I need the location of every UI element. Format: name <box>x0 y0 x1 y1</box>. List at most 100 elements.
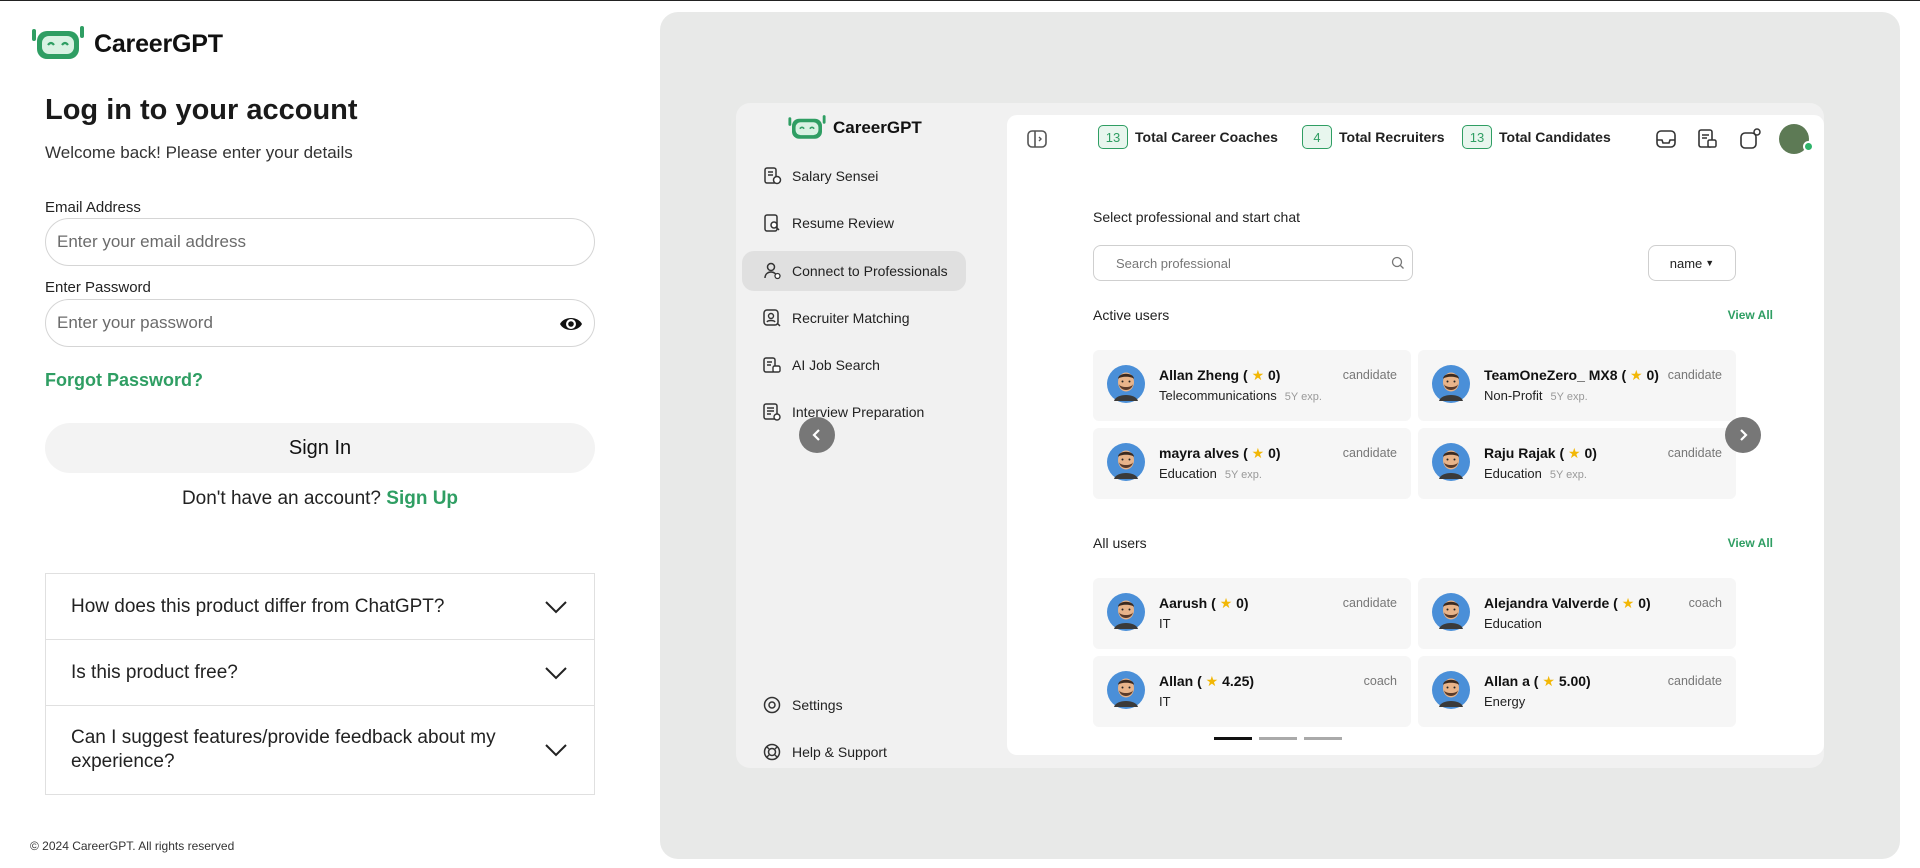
interview-icon <box>763 403 781 421</box>
sidebar-toggle-icon[interactable] <box>1025 127 1049 151</box>
user-avatar-icon <box>1107 593 1145 631</box>
user-card[interactable]: TeamOneZero_ MX8 ( ★ 0) Non-Profit 5Y exp.… <box>1418 350 1736 421</box>
user-role: candidate <box>1667 674 1722 688</box>
user-card[interactable]: Allan a ( ★ 5.00) Energy candidate <box>1418 656 1736 727</box>
select-professional-title: Select professional and start chat <box>1093 209 1301 225</box>
sidebar-item-label: Settings <box>792 697 843 713</box>
user-name: mayra alves ( ★ 0) <box>1159 445 1281 461</box>
user-role: candidate <box>1667 446 1722 460</box>
user-role: candidate <box>1342 596 1397 610</box>
sidebar-item-ai-job-search[interactable]: AI Job Search <box>742 345 966 385</box>
user-card[interactable]: Allan Zheng ( ★ 0) Telecommunications 5Y e… <box>1093 350 1411 421</box>
user-rating: 5.00) <box>1558 673 1591 689</box>
star-icon: ★ <box>1205 673 1219 689</box>
carousel-prev-button[interactable] <box>799 417 835 453</box>
sort-dropdown[interactable]: name ▼ <box>1648 245 1736 281</box>
search-professional-input[interactable] <box>1093 245 1413 281</box>
user-avatar-icon <box>1432 365 1470 403</box>
sidebar-item-connect-professionals[interactable]: Connect to Professionals <box>742 251 966 291</box>
main-content: 13 Total Career Coaches 4 Total Recruite… <box>1007 115 1824 755</box>
sidebar-item-recruiter-matching[interactable]: Recruiter Matching <box>742 298 966 338</box>
user-industry: Telecommunications 5Y exp. <box>1159 388 1322 403</box>
email-field[interactable] <box>45 218 595 266</box>
sidebar-item-interview-prep[interactable]: Interview Preparation <box>742 392 966 432</box>
sidebar-item-settings[interactable]: Settings <box>742 685 966 725</box>
sidebar-item-resume-review[interactable]: Resume Review <box>742 203 966 243</box>
user-experience: 5Y exp. <box>1284 391 1322 403</box>
sidebar-item-label: Recruiter Matching <box>792 310 910 326</box>
user-industry: Education 5Y exp. <box>1484 466 1587 481</box>
stat-label: Total Career Coaches <box>1135 129 1278 145</box>
app-brand-logo[interactable]: CareerGPT <box>787 115 922 141</box>
faq-question: Is this product free? <box>71 661 238 683</box>
job-search-icon <box>763 357 781 373</box>
user-rating: 4.25) <box>1222 673 1255 689</box>
user-role: coach <box>1363 674 1397 688</box>
chevron-right-icon <box>1740 429 1748 441</box>
carousel-indicator[interactable] <box>1304 737 1342 740</box>
user-card[interactable]: mayra alves ( ★ 0) Education 5Y exp. candid… <box>1093 428 1411 499</box>
view-all-users-link[interactable]: View All <box>1693 536 1773 550</box>
user-avatar-icon <box>1432 593 1470 631</box>
faq-accordion: How does this product differ from ChatGP… <box>45 573 595 795</box>
settings-icon <box>763 696 781 714</box>
sign-in-button[interactable]: Sign In <box>45 423 595 473</box>
faq-item[interactable]: How does this product differ from ChatGP… <box>46 574 594 640</box>
carousel-indicator-active[interactable] <box>1214 737 1252 740</box>
star-icon: ★ <box>1542 673 1555 689</box>
user-avatar-icon <box>1107 443 1145 481</box>
user-card[interactable]: Alejandra Valverde ( ★ 0) Education coach <box>1418 578 1736 649</box>
user-avatar-icon <box>1432 443 1470 481</box>
sign-up-link[interactable]: Sign Up <box>386 488 458 509</box>
page-title: Log in to your account <box>45 94 358 126</box>
user-industry: Non-Profit 5Y exp. <box>1484 388 1588 403</box>
sidebar-item-salary-sensei[interactable]: Salary Sensei <box>742 156 966 196</box>
app-brand-name: CareerGPT <box>833 118 922 137</box>
user-card[interactable]: Raju Rajak ( ★ 0) Education 5Y exp. candida… <box>1418 428 1736 499</box>
all-users-title: All users <box>1093 535 1147 551</box>
stat-count: 13 <box>1098 125 1128 149</box>
user-name: Alejandra Valverde ( ★ 0) <box>1484 595 1651 611</box>
forgot-password-link[interactable]: Forgot Password? <box>45 370 203 391</box>
faq-question: How does this product differ from ChatGP… <box>71 595 445 617</box>
stat-count: 4 <box>1302 125 1332 149</box>
carousel-indicator[interactable] <box>1259 737 1297 740</box>
brand-name: CareerGPT <box>94 29 223 58</box>
user-name: Raju Rajak ( ★ 0) <box>1484 445 1597 461</box>
brand-logo[interactable]: CareerGPT <box>30 26 223 62</box>
star-icon: ★ <box>1219 595 1233 611</box>
star-icon: ★ <box>1251 367 1265 383</box>
search-icon <box>1391 256 1404 269</box>
user-role: candidate <box>1342 446 1397 460</box>
show-password-eye-icon[interactable] <box>558 311 584 337</box>
user-avatar-icon <box>1432 671 1470 709</box>
user-role: coach <box>1688 596 1722 610</box>
notification-icon[interactable] <box>1738 127 1762 151</box>
inbox-icon[interactable] <box>1654 127 1678 151</box>
user-card[interactable]: Allan ( ★ 4.25) IT coach <box>1093 656 1411 727</box>
chevron-down-icon <box>545 600 567 613</box>
user-rating: 0) <box>1584 445 1597 461</box>
stat-count: 13 <box>1462 125 1492 149</box>
sidebar-item-help[interactable]: Help & Support <box>742 732 966 768</box>
app-preview: CareerGPT Salary Sensei Resume Review Co… <box>736 103 1824 768</box>
password-field[interactable] <box>45 299 595 347</box>
resume-icon <box>764 214 780 232</box>
faq-item[interactable]: Can I suggest features/provide feedback … <box>46 706 594 794</box>
user-industry: Energy <box>1484 694 1526 709</box>
sidebar-item-label: Help & Support <box>792 744 887 760</box>
chevron-down-icon <box>545 666 567 679</box>
star-icon: ★ <box>1568 445 1581 461</box>
view-all-active-link[interactable]: View All <box>1693 308 1773 322</box>
recruiter-icon <box>763 309 781 327</box>
documents-icon[interactable] <box>1695 127 1719 151</box>
stat-recruiters: 4 Total Recruiters <box>1302 125 1445 149</box>
stat-career-coaches: 13 Total Career Coaches <box>1098 125 1278 149</box>
user-avatar-icon <box>1107 365 1145 403</box>
professionals-icon <box>764 262 781 280</box>
carousel-next-button[interactable] <box>1725 417 1761 453</box>
user-experience: 5Y exp. <box>1550 391 1588 403</box>
faq-item[interactable]: Is this product free? <box>46 640 594 706</box>
user-card[interactable]: Aarush ( ★ 0) IT candidate <box>1093 578 1411 649</box>
chevron-down-icon <box>545 744 567 757</box>
